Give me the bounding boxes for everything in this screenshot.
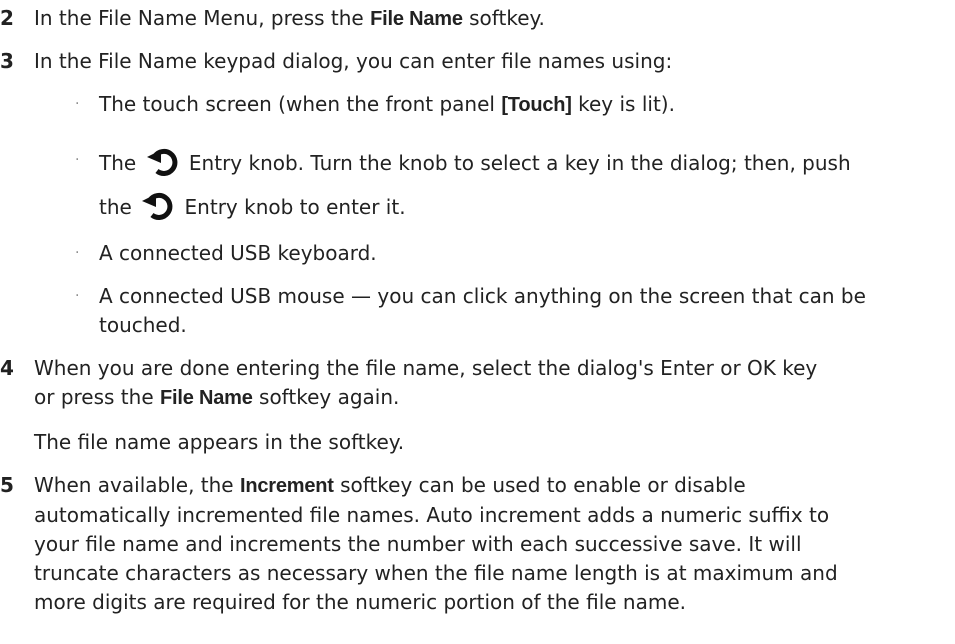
step-text-part: or press the — [34, 385, 160, 409]
step-text: When you are done entering the file name… — [34, 354, 940, 413]
step-text-part: softkey. — [462, 6, 545, 30]
softkey-name: File Name — [159, 387, 253, 409]
step-line: or press the File Name softkey again. — [34, 383, 940, 413]
bullet-marker: · — [75, 152, 80, 168]
bullet-text: The Entry knob. Turn the knob to select … — [99, 146, 949, 228]
bullet-marker: · — [75, 96, 80, 112]
step-line: your file name and increments the number… — [34, 532, 802, 556]
entry-knob-icon — [146, 146, 180, 184]
bullet-line: the Entry knob to enter it. — [99, 190, 949, 228]
key-name: [Touch] — [501, 94, 572, 116]
step-text-part: When available, the — [34, 473, 240, 497]
entry-knob-icon — [141, 190, 175, 228]
step-text-part: softkey can be used to enable or disable — [333, 473, 746, 497]
bullet-marker: · — [75, 288, 80, 304]
bullet-text: A connected USB mouse — you can click an… — [99, 282, 949, 340]
bullet-text: The touch screen (when the front panel [… — [99, 90, 949, 120]
bullet-line: The Entry knob. Turn the knob to select … — [99, 146, 949, 190]
bullet-line: touched. — [99, 313, 187, 337]
step-number: 4 — [0, 356, 14, 380]
bullet-text-part: the — [99, 195, 139, 219]
step-text-part: In the File Name Menu, press the — [34, 6, 371, 30]
step-text: In the File Name keypad dialog, you can … — [34, 49, 673, 73]
step-text-part: softkey again. — [252, 385, 400, 409]
bullet-text-part: The touch screen (when the front panel — [99, 92, 502, 116]
step-4-note: The file name appears in the softkey. — [34, 430, 405, 454]
bullet-marker: · — [75, 245, 80, 261]
softkey-name: Increment — [239, 475, 334, 497]
bullet-text-part: The — [99, 151, 143, 175]
step-line: When available, the Increment softkey ca… — [34, 471, 940, 501]
step-text: In the File Name Menu, press the File Na… — [34, 4, 940, 34]
step-number: 2 — [0, 6, 14, 30]
bullet-text-part: Entry knob to enter it. — [178, 195, 406, 219]
softkey-name: File Name — [370, 8, 463, 30]
step-line: automatically incremented file names. Au… — [34, 503, 830, 527]
bullet-line: A connected USB mouse — you can click an… — [99, 284, 866, 308]
step-line: truncate characters as necessary when th… — [34, 561, 838, 585]
bullet-text: A connected USB keyboard. — [99, 241, 377, 265]
step-text: When available, the Increment softkey ca… — [34, 471, 940, 617]
step-number: 5 — [0, 473, 14, 497]
bullet-text-part: Entry knob. Turn the knob to select a ke… — [182, 151, 851, 175]
bullet-text-part: key is lit). — [571, 92, 675, 116]
step-line: When you are done entering the file name… — [34, 356, 818, 380]
step-number: 3 — [0, 49, 14, 73]
step-line: more digits are required for the numeric… — [34, 590, 686, 614]
